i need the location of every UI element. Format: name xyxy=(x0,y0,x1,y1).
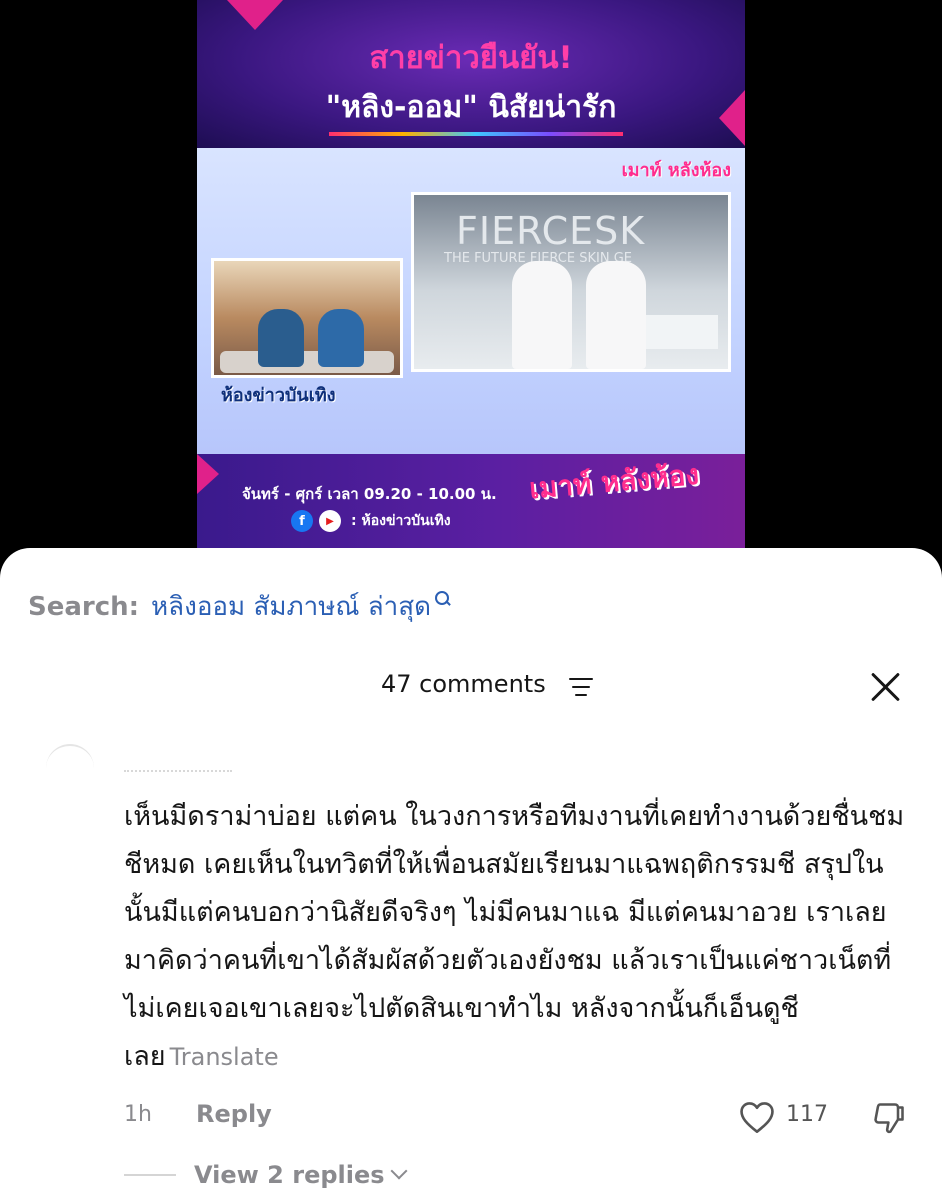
guest-figure xyxy=(586,261,646,369)
rainbow-divider xyxy=(329,132,623,136)
related-search[interactable]: Search: หลิงออม สัมภาษณ์ ล่าสุด xyxy=(28,586,451,627)
comment-text: เห็นมีดราม่าบ่อย แต่คน ในวงการหรือทีมงาน… xyxy=(124,793,914,1081)
guest-figure xyxy=(512,261,572,369)
dislike-icon[interactable] xyxy=(870,1100,908,1136)
comments-header: 47 comments xyxy=(0,670,942,710)
close-icon[interactable] xyxy=(870,670,902,702)
heart-icon[interactable] xyxy=(738,1100,776,1134)
avatar[interactable] xyxy=(46,744,94,792)
view-replies-button[interactable]: View 2 replies xyxy=(194,1161,385,1189)
search-label: Search: xyxy=(28,592,140,622)
event-sign: FIERCESK xyxy=(456,209,646,253)
comment-time: 1h xyxy=(124,1102,152,1127)
comments-sheet: Search: หลิงออม สัมภาษณ์ ล่าสุด 47 comme… xyxy=(0,548,942,1200)
like-count: 117 xyxy=(786,1102,828,1127)
social-links: f ▶ : ห้องข่าวบันเทิง xyxy=(291,510,451,532)
chevron-down-icon xyxy=(390,1162,408,1180)
comment-actions: 1h Reply 117 xyxy=(124,1100,914,1140)
host-figure xyxy=(258,309,304,367)
view-replies-row[interactable]: View 2 replies xyxy=(124,1160,408,1190)
facebook-icon: f xyxy=(291,510,313,532)
search-icon xyxy=(435,591,451,607)
social-label: : ห้องข่าวบันเทิง xyxy=(351,513,451,529)
youtube-icon: ▶ xyxy=(319,510,341,532)
studio-inset xyxy=(211,258,403,378)
video-header-banner: สายข่าวยืนยัน! "หลิง-ออม" นิสัยน่ารัก xyxy=(197,0,745,148)
sort-icon[interactable] xyxy=(569,678,595,698)
video-headline-2: "หลิง-ออม" นิสัยน่ารัก xyxy=(325,90,617,125)
video-frame-area: FIERCESK THE FUTURE FIERCE SKIN GE ห้องข… xyxy=(197,148,745,454)
comment-text-body: เห็นมีดราม่าบ่อย แต่คน ในวงการหรือทีมงาน… xyxy=(124,801,905,1072)
reply-button[interactable]: Reply xyxy=(196,1100,272,1128)
replies-divider xyxy=(124,1174,176,1176)
video-headline-1: สายข่าวยืนยัน! xyxy=(369,40,573,76)
studio-logo: ห้องข่าวบันเทิง xyxy=(221,385,336,406)
show-logo: เมาท์ หลังห้อง xyxy=(527,457,701,506)
corner-logo: เมาท์ หลังห้อง xyxy=(621,160,731,181)
video-player[interactable]: สายข่าวยืนยัน! "หลิง-ออม" นิสัยน่ารัก FI… xyxy=(197,0,745,550)
translate-link[interactable]: Translate xyxy=(170,1043,279,1071)
broadcast-schedule: จันทร์ - ศุกร์ เวลา 09.20 - 10.00 น. xyxy=(242,485,497,503)
comments-count: 47 comments xyxy=(381,670,546,698)
username[interactable] xyxy=(124,770,232,776)
video-footer-banner: จันทร์ - ศุกร์ เวลา 09.20 - 10.00 น. f ▶… xyxy=(197,454,745,550)
event-clip: FIERCESK THE FUTURE FIERCE SKIN GE xyxy=(411,192,731,372)
search-query-link[interactable]: หลิงออม สัมภาษณ์ ล่าสุด xyxy=(151,586,431,627)
host-figure xyxy=(318,309,364,367)
